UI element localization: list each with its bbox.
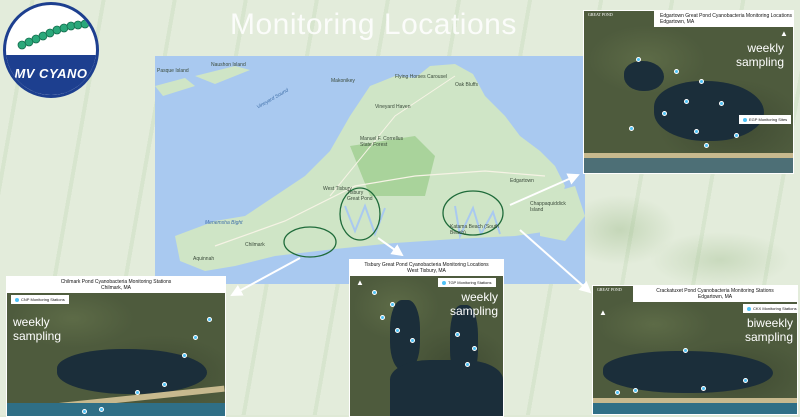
station-marker: [380, 315, 385, 320]
edgartown-great-pond-panel: Edgartown Great Pond Cyanobacteria Monit…: [583, 10, 794, 174]
station-marker: [719, 101, 724, 106]
station-marker: [704, 143, 709, 148]
edgartown-subtitle: Edgartown, MA: [660, 19, 695, 25]
station-marker: [410, 338, 415, 343]
station-dot-icon: [442, 280, 446, 285]
station-marker: [694, 129, 699, 134]
north-arrow-icon: ▲: [215, 285, 223, 294]
tisbury-great-pond-panel: Tisbury Great Pond Cyanobacteria Monitor…: [349, 259, 504, 417]
pond-water: [624, 61, 664, 91]
crackatuxet-legend: CKX Monitoring Stations: [743, 304, 797, 313]
station-marker: [182, 353, 187, 358]
station-marker: [99, 407, 104, 412]
chilmark-frequency-note: weekly sampling: [13, 315, 62, 343]
chilmark-legend: CNP Monitoring Stations: [11, 295, 69, 304]
station-marker: [455, 332, 460, 337]
tisbury-legend: TGP Monitoring Stations: [438, 278, 496, 287]
station-marker: [734, 133, 739, 138]
crackatuxet-subtitle: Edgartown, MA: [697, 294, 733, 300]
station-marker: [472, 346, 477, 351]
station-marker: [701, 386, 706, 391]
tisbury-frequency-note: weekly sampling: [449, 290, 498, 318]
tisbury-subtitle: West Tisbury, MA: [407, 268, 446, 274]
arrow-to-edgartown: [509, 173, 580, 206]
pond-water: [603, 351, 773, 393]
north-arrow-icon: ▲: [780, 29, 788, 38]
station-marker: [193, 335, 198, 340]
pond-water: [390, 360, 503, 416]
station-marker: [683, 348, 688, 353]
station-marker: [82, 409, 87, 414]
pond-water: [654, 81, 764, 141]
edgartown-header: Edgartown Great Pond Cyanobacteria Monit…: [654, 11, 793, 27]
station-marker: [662, 111, 667, 116]
chilmark-pond-panel: Chilmark Pond Cyanobacteria Monitoring S…: [6, 276, 226, 417]
station-marker: [636, 57, 641, 62]
crackatuxet-header: Crackatuxet Pond Cyanobacteria Monitorin…: [633, 286, 797, 302]
station-marker: [395, 328, 400, 333]
north-arrow-icon: ▲: [356, 278, 364, 287]
chilmark-subtitle: Chilmark, MA: [100, 285, 131, 291]
arrow-to-crackatuxet: [519, 229, 592, 294]
chilmark-header: Chilmark Pond Cyanobacteria Monitoring S…: [7, 277, 225, 293]
station-marker: [615, 390, 620, 395]
station-marker: [684, 99, 689, 104]
station-marker: [633, 388, 638, 393]
station-marker: [629, 126, 634, 131]
crackatuxet-frequency-note: biweekly sampling: [744, 316, 793, 344]
edgartown-legend: EGP Monitoring Sites: [739, 115, 792, 124]
station-marker: [699, 79, 704, 84]
edgartown-legend-label: EGP Monitoring Sites: [749, 117, 788, 122]
chilmark-legend-label: CNP Monitoring Stations: [21, 297, 65, 302]
ocean-area: [593, 403, 797, 414]
crackatuxet-pond-panel: Crackatuxet Pond Cyanobacteria Monitorin…: [592, 285, 798, 415]
pond-water: [390, 300, 420, 370]
station-marker: [162, 382, 167, 387]
arrow-to-chilmark: [230, 257, 301, 296]
tisbury-header: Tisbury Great Pond Cyanobacteria Monitor…: [350, 260, 503, 276]
edgartown-frequency-note: weekly sampling: [735, 41, 784, 69]
north-arrow-icon: ▲: [599, 308, 607, 317]
crackatuxet-legend-label: CKX Monitoring Stations: [753, 306, 797, 311]
station-marker: [743, 378, 748, 383]
station-dot-icon: [743, 117, 747, 122]
station-dot-icon: [15, 297, 19, 302]
tisbury-legend-label: TGP Monitoring Stations: [448, 280, 492, 285]
arrow-to-tisbury: [377, 237, 404, 257]
station-dot-icon: [747, 306, 751, 311]
great-pond-logo: GREAT POND: [588, 12, 613, 17]
station-marker: [465, 362, 470, 367]
station-marker: [207, 317, 212, 322]
station-marker: [390, 302, 395, 307]
ocean-area: [584, 158, 793, 173]
great-pond-logo: GREAT POND: [597, 287, 622, 292]
station-marker: [135, 390, 140, 395]
station-marker: [372, 290, 377, 295]
station-marker: [674, 69, 679, 74]
